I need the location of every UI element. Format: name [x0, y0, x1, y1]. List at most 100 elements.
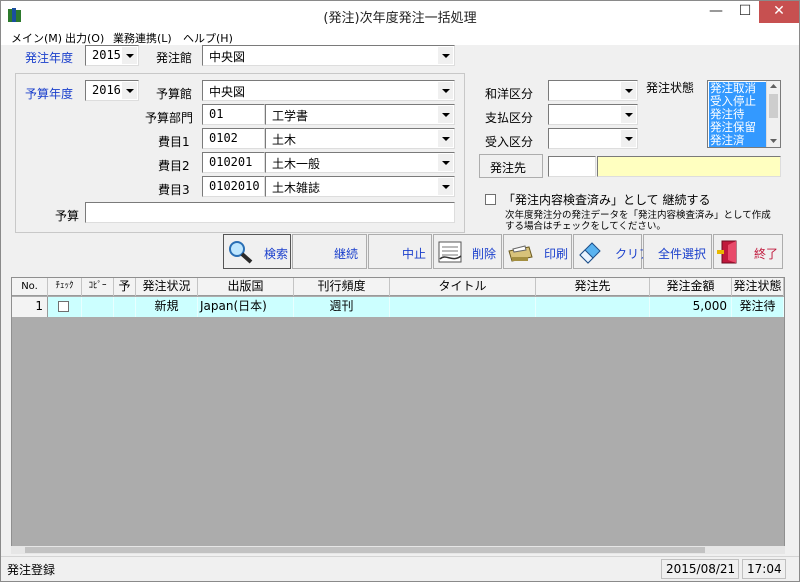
- search-button[interactable]: 検索: [223, 234, 291, 269]
- scrollbar-arrows-icon: [769, 84, 778, 143]
- vendor-button[interactable]: 発注先: [479, 154, 543, 178]
- vendor-name-field: [597, 156, 781, 177]
- chevron-down-icon[interactable]: [438, 130, 453, 147]
- cell-title: [390, 297, 536, 317]
- vendor-button-label: 発注先: [490, 161, 527, 175]
- budget-label: 予算: [55, 209, 80, 223]
- item1-label: 費目1: [158, 135, 190, 149]
- order-status-listbox[interactable]: 発注取消 受入停止 発注待 発注保留 発注済: [707, 80, 781, 148]
- clear-button[interactable]: クリア: [573, 234, 651, 269]
- status-option[interactable]: 発注済: [709, 134, 767, 147]
- col-header-order-state[interactable]: 発注状態: [732, 278, 784, 296]
- search-icon: [229, 241, 253, 264]
- grid-header: No. ﾁｪｯｸ ｺﾋﾟｰ 予 発注状況 出版国 刊行頻度 タイトル 発注先 発…: [12, 278, 784, 296]
- item2-code[interactable]: 010201: [202, 152, 265, 173]
- note-line-2: する場合はチェックをしてください。: [505, 221, 666, 232]
- grid-horizontal-scrollbar[interactable]: [11, 546, 785, 554]
- chevron-down-icon[interactable]: [621, 130, 636, 147]
- stop-button[interactable]: 中止: [368, 234, 432, 269]
- col-header-no[interactable]: No.: [12, 278, 48, 296]
- menu-output[interactable]: 出力(O): [65, 30, 104, 46]
- menu-main[interactable]: メイン(M): [11, 30, 62, 46]
- budget-dept-name: 工学書: [272, 109, 309, 123]
- row-checkbox[interactable]: [58, 301, 69, 312]
- budget-dept-select[interactable]: 工学書: [265, 104, 455, 125]
- wayo-label: 和洋区分: [485, 87, 534, 101]
- col-header-amount[interactable]: 発注金額: [650, 278, 732, 296]
- order-year-select[interactable]: 2015: [85, 45, 139, 66]
- vendor-code-input[interactable]: [548, 156, 596, 177]
- exit-button[interactable]: 終了: [713, 234, 783, 269]
- status-time: 17:04: [742, 559, 786, 579]
- chevron-down-icon[interactable]: [438, 47, 453, 64]
- chevron-down-icon[interactable]: [621, 82, 636, 99]
- main-window: (発注)次年度発注一括処理 — ☐ ✕ メイン(M) 出力(O) 業務連携(L)…: [0, 0, 800, 582]
- order-library-select[interactable]: 中央図: [202, 45, 455, 66]
- order-status-label: 発注状態: [646, 81, 695, 95]
- col-header-title[interactable]: タイトル: [390, 278, 536, 296]
- printer-icon: [508, 245, 533, 262]
- listbox-scrollbar[interactable]: [766, 81, 780, 147]
- status-option[interactable]: 受入停止: [709, 95, 767, 108]
- results-grid[interactable]: No. ﾁｪｯｸ ｺﾋﾟｰ 予 発注状況 出版国 刊行頻度 タイトル 発注先 発…: [11, 277, 785, 547]
- title-bar: (発注)次年度発注一括処理 — ☐ ✕: [1, 1, 799, 29]
- shiharai-label: 支払区分: [485, 111, 534, 125]
- chevron-down-icon[interactable]: [122, 47, 137, 64]
- chevron-down-icon[interactable]: [122, 82, 137, 99]
- status-message: 発注登録: [7, 563, 56, 577]
- delete-button[interactable]: 削除: [433, 234, 502, 269]
- continue-button[interactable]: 継続: [292, 234, 367, 269]
- budget-library-label: 予算館: [156, 87, 193, 101]
- col-header-order-condition[interactable]: 発注状況: [136, 278, 198, 296]
- col-header-yo[interactable]: 予: [114, 278, 136, 296]
- cell-copy: [82, 297, 114, 317]
- chevron-down-icon[interactable]: [438, 154, 453, 171]
- col-header-check[interactable]: ﾁｪｯｸ: [48, 278, 82, 296]
- select-all-button-label: 全件選択: [658, 247, 707, 261]
- order-year-value: 2015: [92, 48, 121, 62]
- order-library-value: 中央図: [209, 50, 246, 64]
- col-header-copy[interactable]: ｺﾋﾟｰ: [82, 278, 114, 296]
- item3-select[interactable]: 土木雑誌: [265, 176, 455, 197]
- menu-help[interactable]: ヘルプ(H): [183, 30, 233, 46]
- chevron-down-icon[interactable]: [438, 178, 453, 195]
- cell-yo: [114, 297, 136, 317]
- col-header-vendor[interactable]: 発注先: [536, 278, 650, 296]
- cell-vendor: [536, 297, 650, 317]
- close-button[interactable]: ✕: [759, 1, 799, 23]
- minimize-button[interactable]: —: [701, 1, 731, 23]
- table-row[interactable]: 1 新規 Japan(日本) 週刊 5,000 発注待: [12, 297, 784, 317]
- menu-integration[interactable]: 業務連携(L): [113, 30, 172, 46]
- continue-checkbox[interactable]: [485, 194, 496, 205]
- shiharai-select[interactable]: [548, 104, 638, 125]
- status-option[interactable]: 発注保留: [709, 121, 767, 134]
- window-title: (発注)次年度発注一括処理: [323, 11, 477, 26]
- item2-select[interactable]: 土木一般: [265, 152, 455, 173]
- cell-check[interactable]: [48, 297, 82, 317]
- budget-library-select[interactable]: 中央図: [202, 80, 455, 101]
- item3-code[interactable]: 0102010: [202, 176, 265, 197]
- chevron-down-icon[interactable]: [438, 106, 453, 123]
- col-header-frequency[interactable]: 刊行頻度: [294, 278, 390, 296]
- print-button[interactable]: 印刷: [503, 234, 572, 269]
- budget-input[interactable]: [85, 202, 455, 223]
- select-all-button[interactable]: 全件選択: [643, 234, 712, 269]
- budget-year-label: 予算年度: [25, 87, 74, 101]
- order-year-label: 発注年度: [25, 51, 74, 65]
- status-option[interactable]: 発注取消: [709, 82, 767, 95]
- budget-dept-code[interactable]: 01: [202, 104, 265, 125]
- item1-code[interactable]: 0102: [202, 128, 265, 149]
- stop-button-label: 中止: [402, 247, 427, 261]
- status-option[interactable]: 発注待: [709, 108, 767, 121]
- eraser-icon: [579, 242, 601, 264]
- wayo-select[interactable]: [548, 80, 638, 101]
- budget-year-select[interactable]: 2016: [85, 80, 139, 101]
- item1-select[interactable]: 土木: [265, 128, 455, 149]
- maximize-button[interactable]: ☐: [731, 1, 759, 23]
- chevron-down-icon[interactable]: [438, 82, 453, 99]
- ukeire-select[interactable]: [548, 128, 638, 149]
- exit-button-label: 終了: [754, 247, 779, 261]
- col-header-country[interactable]: 出版国: [198, 278, 294, 296]
- chevron-down-icon[interactable]: [621, 106, 636, 123]
- budget-library-value: 中央図: [209, 85, 246, 99]
